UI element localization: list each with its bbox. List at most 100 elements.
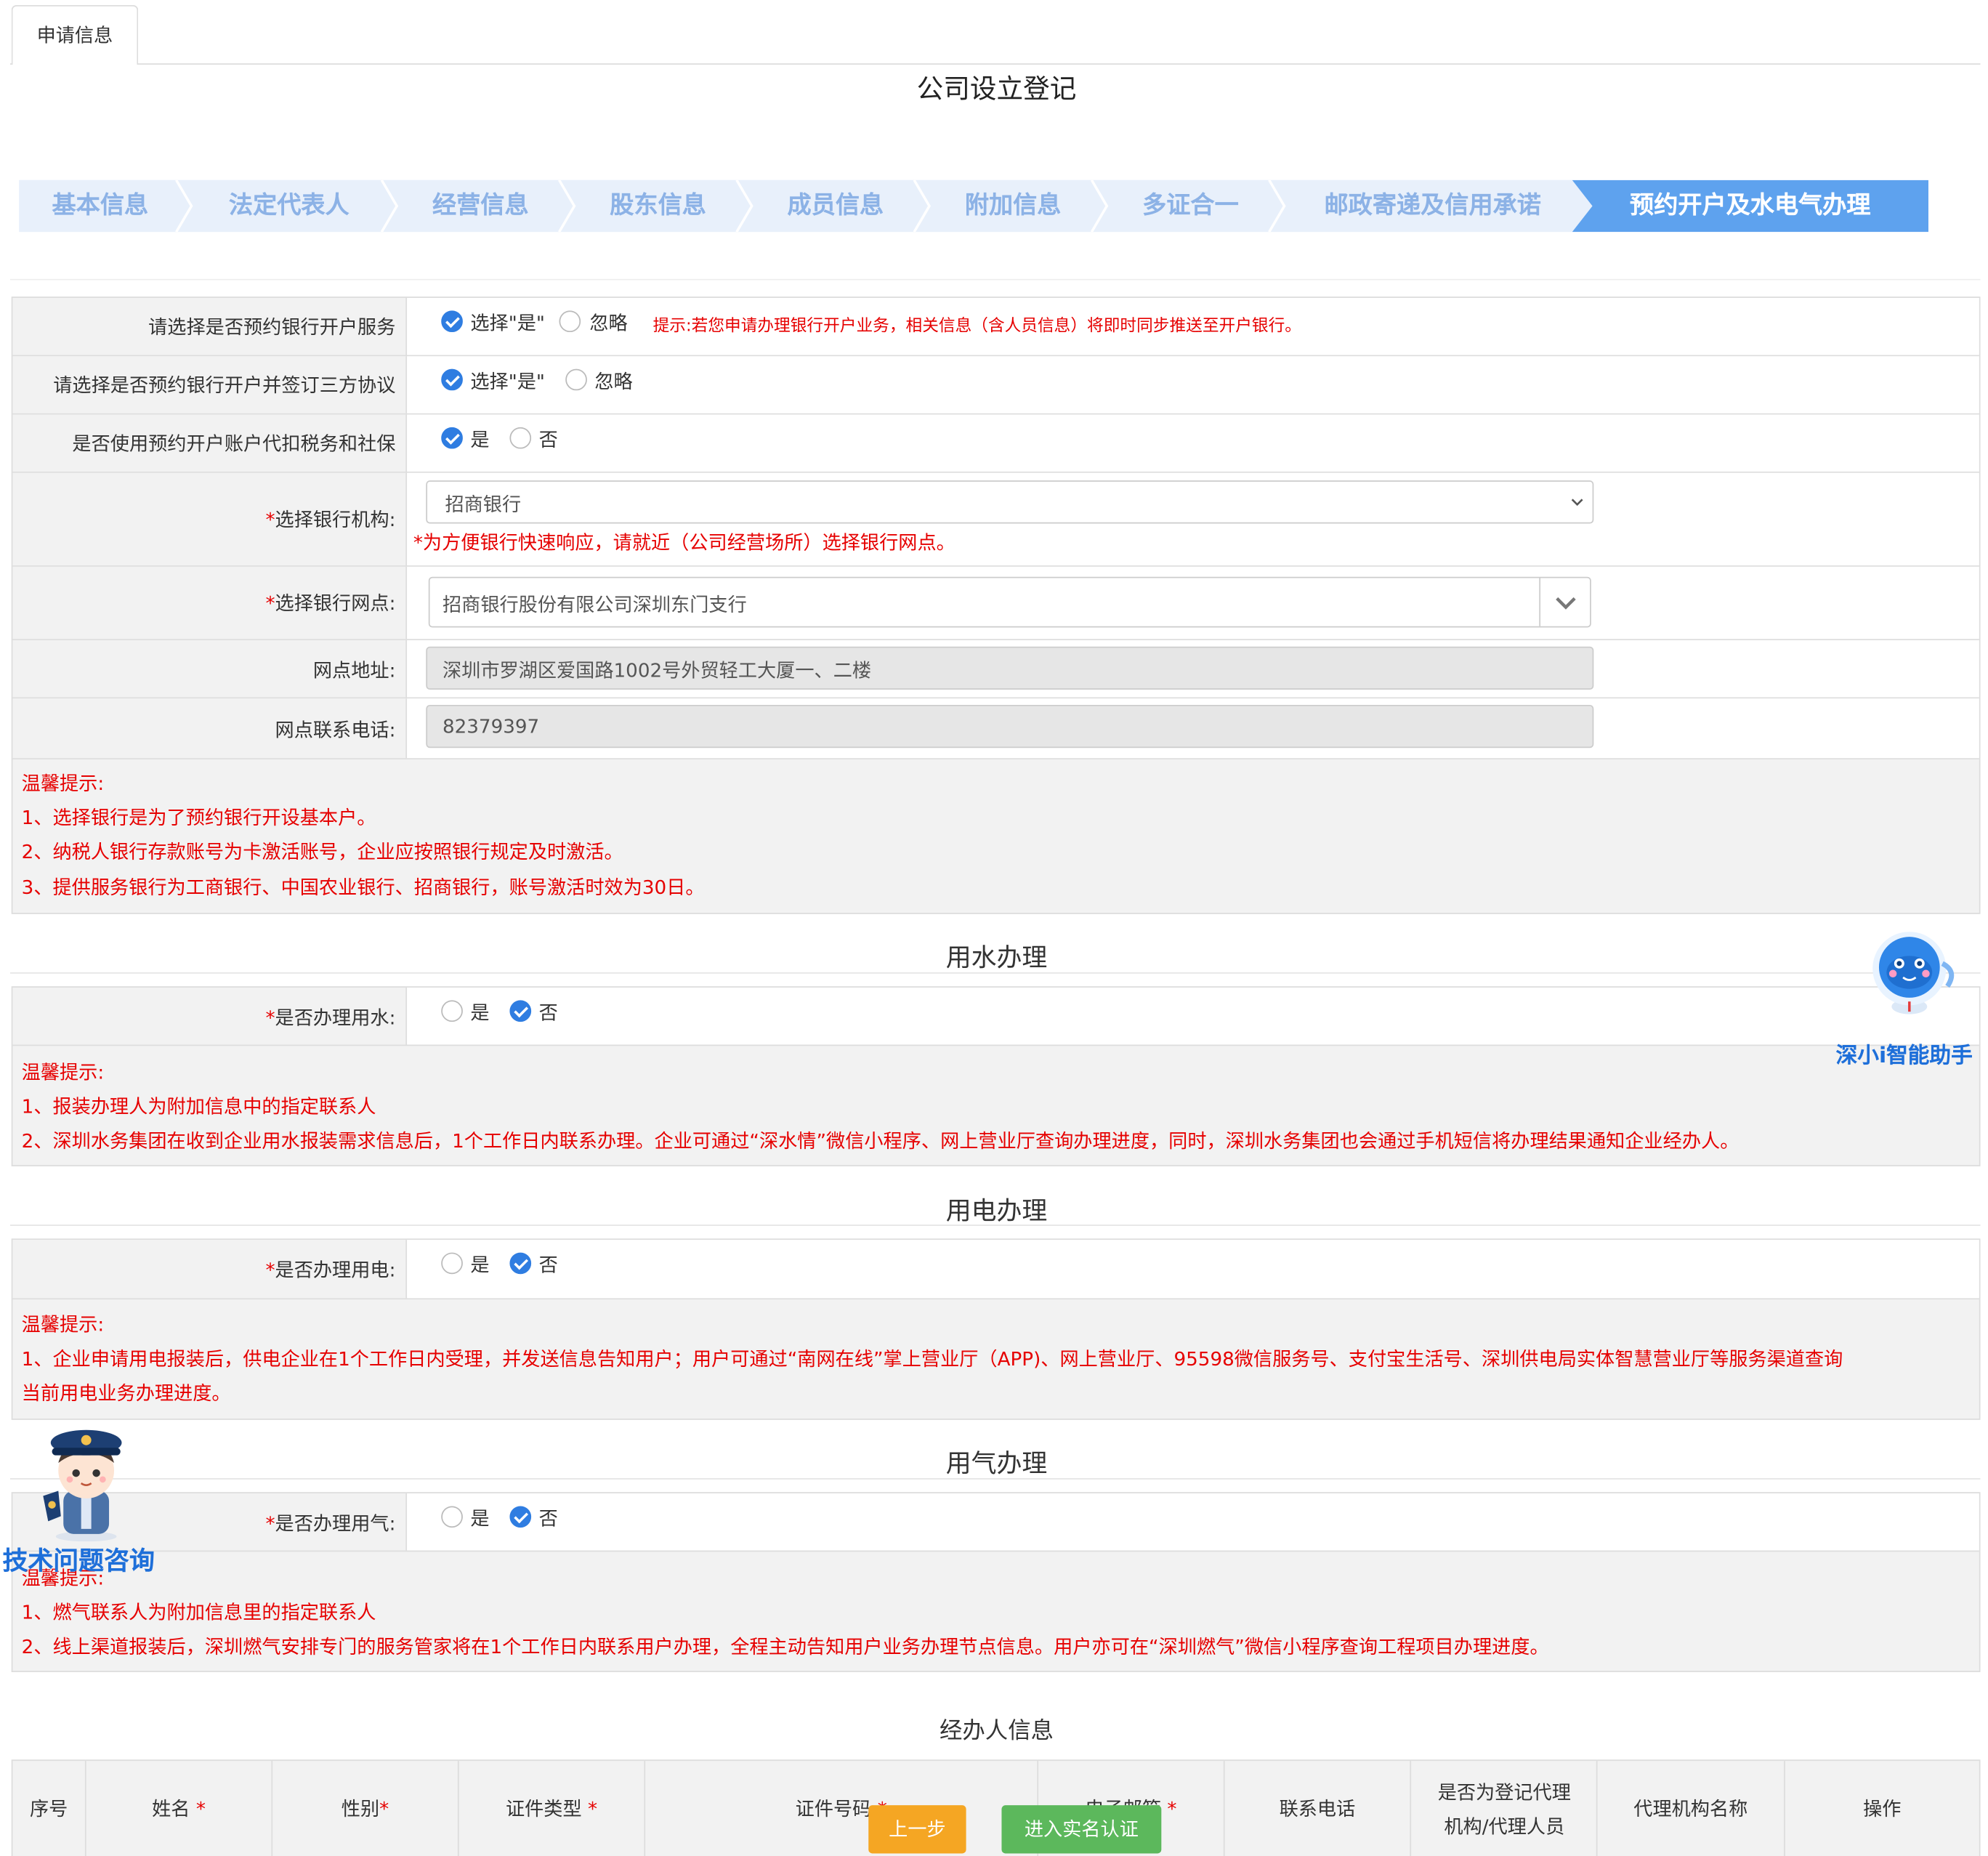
step-separator-icon	[557, 179, 576, 233]
branch-dropdown-toggle[interactable]	[1539, 578, 1590, 626]
power-row: *是否办理用电: 是 否	[12, 1240, 1979, 1300]
gas-row: *是否办理用气: 是 否	[12, 1493, 1979, 1552]
step-progress-bar: 基本信息 法定代表人 经营信息 股东信息 成员信息 附加信息 多证合一 邮政寄递…	[19, 179, 1928, 233]
col-is-agent-line1: 是否为登记代理	[1437, 1781, 1571, 1804]
robot-assistant-icon	[1872, 932, 1955, 1014]
real-name-auth-button[interactable]: 进入实名认证	[1001, 1805, 1162, 1854]
col-phone: 联系电话	[1279, 1797, 1356, 1821]
col-gender: 性别	[341, 1797, 380, 1821]
bank-tip-1: 1、选择银行是为了预约银行开设基本户。	[21, 806, 376, 829]
bank-branch-value: 招商银行股份有限公司深圳东门支行	[442, 593, 747, 616]
bank-phone-label: 网点联系电话:	[275, 719, 396, 742]
bank-q1-ignore-label: 忽略	[589, 312, 628, 335]
water-yes-label: 是	[470, 1001, 490, 1025]
divider	[9, 1478, 1981, 1480]
step-separator-icon	[380, 179, 399, 233]
agent-section-title: 经办人信息	[939, 1717, 1054, 1745]
bank-institution-hint: *为方便银行快速响应，请就近（公司经营场所）选择银行网点。	[413, 530, 955, 554]
water-tips-title: 温馨提示:	[21, 1061, 105, 1084]
bank-account-form: 请选择是否预约银行开户服务 选择"是" 忽略 提示:若您申请办理银行开户业务，相…	[11, 296, 1981, 914]
bank-branch-row: *选择银行网点: 招商银行股份有限公司深圳东门支行	[12, 566, 1979, 640]
gas-no-radio[interactable]	[509, 1506, 532, 1528]
bank-q2-ignore-radio[interactable]	[565, 368, 587, 391]
bank-address-field[interactable]: 深圳市罗湖区爱国路1002号外贸轻工大厦一、二楼	[426, 646, 1594, 690]
divider	[9, 278, 1981, 281]
col-index: 序号	[29, 1797, 68, 1821]
gas-tip-1: 1、燃气联系人为附加信息里的指定联系人	[21, 1601, 376, 1624]
step-separator-icon	[913, 179, 932, 233]
chevron-down-icon	[1556, 597, 1576, 610]
bank-branch-select[interactable]: 招商银行股份有限公司深圳东门支行	[428, 576, 1591, 628]
tech-support-widget[interactable]	[36, 1420, 137, 1542]
bank-q1-yes-radio[interactable]	[441, 310, 463, 333]
step-separator-icon	[1268, 179, 1286, 233]
bank-q2-row: 请选择是否预约银行开户并签订三方协议 选择"是" 忽略	[12, 356, 1979, 415]
prev-step-button[interactable]: 上一步	[868, 1805, 966, 1854]
bank-address-label: 网点地址:	[312, 659, 396, 682]
step-legal-rep[interactable]: 法定代表人	[194, 180, 384, 233]
step-member-info[interactable]: 成员信息	[754, 180, 916, 233]
power-tip-1: 1、企业申请用电报装后，供电企业在1个工作日内受理，并发送信息告知用户；用户可通…	[21, 1347, 1843, 1371]
step-basic-info[interactable]: 基本信息	[19, 180, 181, 233]
col-name: 姓名	[152, 1797, 190, 1821]
gas-yes-radio[interactable]	[441, 1506, 463, 1528]
step-separator-icon	[735, 179, 753, 233]
col-id-type: 证件类型	[505, 1797, 582, 1821]
gas-yes-label: 是	[470, 1507, 490, 1530]
bank-phone-field[interactable]: 82379397	[426, 704, 1594, 749]
step-business-info[interactable]: 经营信息	[400, 180, 562, 233]
bank-tip-2: 2、纳税人银行存款账号为卡激活账号，企业应按照银行规定及时激活。	[21, 840, 623, 864]
bank-q2-ignore-label: 忽略	[594, 370, 633, 393]
water-form: *是否办理用水: 是 否 温馨提示: 1、报装办理人为附加信息中的指定联系人 2…	[11, 986, 1981, 1166]
agent-table-header: 序号 姓名 * 性别* 证件类型 * 证件号码 * 电子邮箱 * 联系电话 是否…	[11, 1759, 1981, 1856]
divider	[9, 1224, 1981, 1226]
water-tip-2: 2、深圳水务集团在收到企业用水报装需求信息后，1个工作日内联系办理。企业可通过“…	[21, 1129, 1740, 1153]
bank-q1-ignore-radio[interactable]	[559, 310, 581, 333]
bank-q3-no-radio[interactable]	[509, 427, 532, 449]
bank-phone-value: 82379397	[442, 714, 540, 738]
bank-q1-label: 请选择是否预约银行开户服务	[148, 315, 396, 339]
tab-bar-line	[9, 63, 1981, 65]
water-yes-radio[interactable]	[441, 1000, 463, 1022]
step-bank-utilities[interactable]: 预约开户及水电气办理	[1572, 179, 1928, 233]
power-section-title: 用电办理	[945, 1195, 1048, 1226]
water-row: *是否办理用水: 是 否	[12, 987, 1979, 1046]
power-yes-radio[interactable]	[441, 1252, 463, 1275]
col-id-number: 证件号码	[795, 1797, 872, 1821]
bank-q3-yes-radio[interactable]	[441, 427, 463, 449]
bank-q1-row: 请选择是否预约银行开户服务 选择"是" 忽略 提示:若您申请办理银行开户业务，相…	[12, 297, 1979, 357]
bank-address-row: 网点地址: 深圳市罗湖区爱国路1002号外贸轻工大厦一、二楼	[12, 639, 1979, 699]
step-postal-credit[interactable]: 邮政寄递及信用承诺	[1287, 180, 1578, 233]
bank-tips-title: 温馨提示:	[21, 772, 105, 795]
power-tips-title: 温馨提示:	[21, 1313, 105, 1336]
smart-assistant-widget[interactable]	[1864, 925, 1965, 1017]
tech-support-label[interactable]: 技术问题咨询	[2, 1541, 154, 1578]
power-no-radio[interactable]	[509, 1252, 532, 1275]
bank-q2-yes-radio[interactable]	[441, 368, 463, 391]
bank-address-value: 深圳市罗湖区爱国路1002号外贸轻工大厦一、二楼	[442, 659, 872, 682]
bank-phone-row: 网点联系电话: 82379397	[12, 698, 1979, 759]
gas-label: 是否办理用气:	[275, 1512, 396, 1536]
gas-tip-2: 2、线上渠道报装后，深圳燃气安排专门的服务管家将在1个工作日内联系用户办理，全程…	[21, 1635, 1549, 1658]
tab-application-info[interactable]: 申请信息	[11, 4, 139, 65]
bank-institution-label: 选择银行机构:	[275, 508, 396, 531]
col-is-agent-line2: 机构/代理人员	[1444, 1815, 1565, 1839]
bank-institution-select[interactable]: 招商银行	[426, 480, 1594, 524]
bank-institution-row: *选择银行机构: 招商银行 *为方便银行快速响应，请就近（公司经营场所）选择银行…	[12, 472, 1979, 567]
bank-q3-row: 是否使用预约开户账户代扣税务和社保 是 否	[12, 414, 1979, 473]
step-additional-info[interactable]: 附加信息	[932, 180, 1094, 233]
water-no-radio[interactable]	[509, 1000, 532, 1022]
bank-branch-label: 选择银行网点:	[275, 592, 396, 616]
bank-tip-3: 3、提供服务银行为工商银行、中国农业银行、招商银行，账号激活时效为30日。	[21, 876, 705, 899]
step-multi-cert[interactable]: 多证合一	[1110, 180, 1272, 233]
required-mark: *	[265, 1512, 275, 1536]
smart-assistant-label[interactable]: 深小i智能助手	[1836, 1037, 1973, 1069]
water-label: 是否办理用水:	[275, 1006, 396, 1030]
step-shareholder-info[interactable]: 股东信息	[577, 180, 739, 233]
bank-q2-yes-label: 选择"是"	[470, 370, 545, 393]
gas-section-title: 用气办理	[945, 1448, 1048, 1479]
step-separator-icon	[1090, 179, 1109, 233]
required-mark: *	[265, 1259, 275, 1282]
bank-q1-yes-label: 选择"是"	[470, 312, 545, 335]
bank-q3-no-label: 否	[538, 428, 558, 452]
